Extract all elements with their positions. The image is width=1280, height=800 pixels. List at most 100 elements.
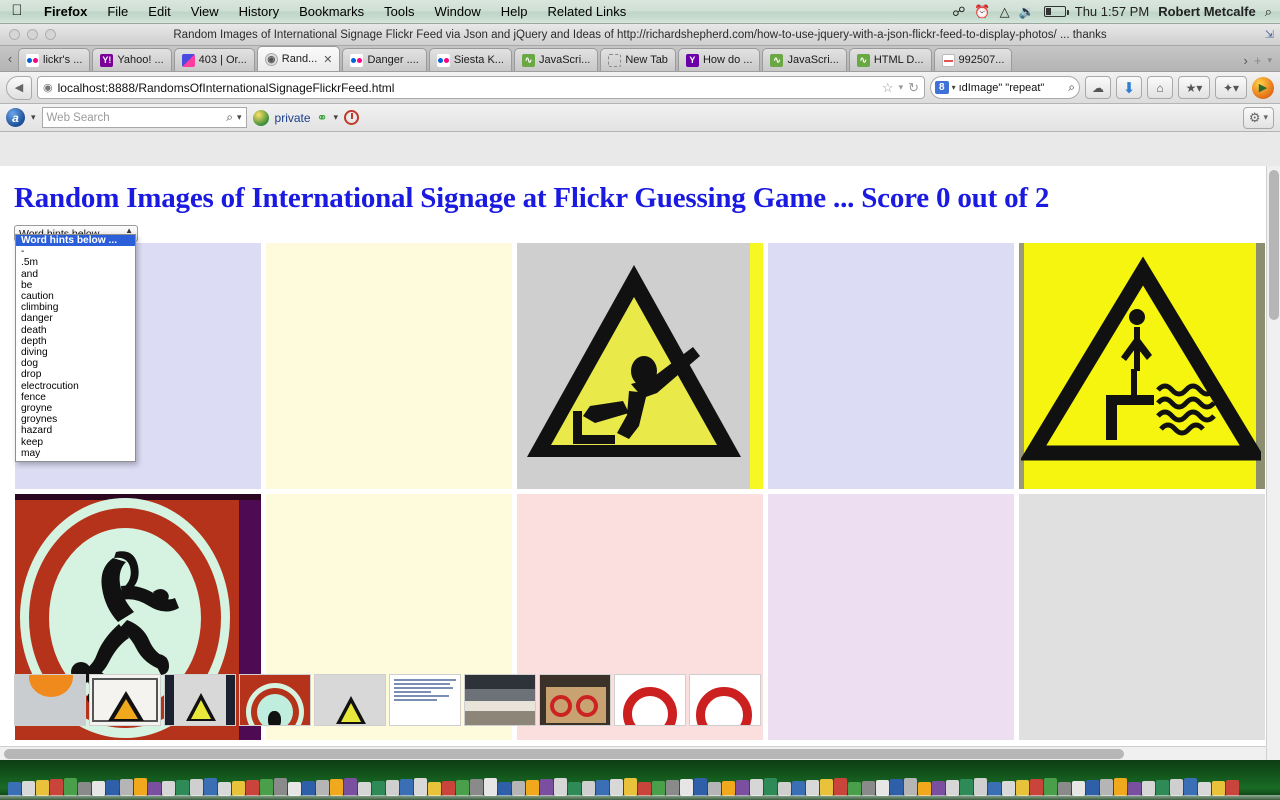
dock-icon[interactable]	[610, 779, 623, 796]
tab-javascript-2[interactable]: ∿ JavaScri...	[762, 48, 847, 71]
tab-992507[interactable]: 992507...	[933, 48, 1013, 71]
chevron-down-icon[interactable]: ▾	[31, 112, 36, 123]
dock-icon[interactable]	[64, 778, 77, 796]
dropdown-option-dash[interactable]: -	[16, 246, 135, 257]
tab-how-do[interactable]: Y How do ...	[677, 48, 761, 71]
home-icon[interactable]: ⌂	[1147, 76, 1173, 99]
zoom-window-button[interactable]	[45, 29, 56, 40]
new-tab-button[interactable]: +	[1254, 53, 1262, 68]
firefox-badge-icon[interactable]: ▶	[1252, 76, 1274, 99]
dock-icon[interactable]	[456, 780, 469, 796]
dock-icon[interactable]	[960, 779, 973, 796]
extension-icon[interactable]: ✦▾	[1215, 76, 1247, 99]
dock-icon[interactable]	[722, 781, 735, 796]
dock-icon[interactable]	[1142, 781, 1155, 796]
tab-danger[interactable]: Danger ....	[342, 48, 427, 71]
dock-icon[interactable]	[708, 782, 721, 796]
menu-item-history[interactable]: History	[229, 0, 289, 24]
search-icon[interactable]: ⌕	[1068, 80, 1075, 95]
dock-icon[interactable]	[750, 779, 763, 796]
dock-icon[interactable]	[694, 778, 707, 796]
thumb-beach-groyne[interactable]	[464, 674, 536, 726]
dock-icon[interactable]	[330, 779, 343, 796]
dock-icon[interactable]	[1184, 778, 1197, 796]
dock-icon[interactable]	[820, 779, 833, 796]
dock-icon[interactable]	[624, 778, 637, 796]
cell-empty-orchid[interactable]	[767, 493, 1015, 741]
bookmarks-icon[interactable]: ★▾	[1178, 76, 1210, 99]
thumb-warning-triangle-yellow[interactable]	[164, 674, 236, 726]
dock-icon[interactable]	[484, 778, 497, 796]
dock-icon[interactable]	[1212, 781, 1225, 796]
url-bar[interactable]: ◉ localhost:8888/RandomsOfInternationalS…	[37, 76, 925, 99]
thumb-orange-sun[interactable]	[14, 674, 86, 726]
dock-icon[interactable]	[526, 780, 539, 796]
horizontal-scrollbar-thumb[interactable]	[4, 749, 1124, 759]
dock-icon[interactable]	[974, 778, 987, 796]
dock-icon[interactable]	[22, 781, 35, 796]
time-machine-icon[interactable]: ⏰	[974, 4, 990, 20]
dock-icon[interactable]	[218, 782, 231, 796]
back-button[interactable]: ◀	[6, 75, 32, 100]
dock-icon[interactable]	[792, 781, 805, 796]
dock-icon[interactable]	[568, 782, 581, 796]
dropdown-option-depth[interactable]: depth	[16, 336, 135, 347]
dock-icon[interactable]	[274, 778, 287, 796]
dock-icon[interactable]	[1156, 780, 1169, 796]
dock-icon[interactable]	[260, 779, 273, 796]
dock-icon[interactable]	[1072, 781, 1085, 796]
dropdown-option-climbing[interactable]: climbing	[16, 302, 135, 313]
dock-icon[interactable]	[302, 781, 315, 796]
dock-icon[interactable]	[8, 782, 21, 796]
cell-empty-ivory[interactable]	[265, 242, 513, 490]
dropdown-option-keep[interactable]: keep	[16, 437, 135, 448]
dock-icon[interactable]	[134, 778, 147, 796]
web-search-input[interactable]: Web Search ⌕ ▾	[41, 107, 247, 128]
dock-icon[interactable]	[1044, 778, 1057, 796]
bluetooth-icon[interactable]: ☍	[952, 4, 965, 20]
thumb-warning-triangle-small[interactable]	[314, 674, 386, 726]
chevron-down-icon[interactable]: ▾	[899, 82, 904, 93]
dock-icon[interactable]	[316, 780, 329, 796]
dropdown-option-dog[interactable]: dog	[16, 358, 135, 369]
menubar-username[interactable]: Robert Metcalfe	[1158, 4, 1256, 19]
dock-icon[interactable]	[344, 778, 357, 796]
alexa-icon[interactable]: a	[6, 108, 25, 127]
cell-empty-gray[interactable]	[1018, 493, 1266, 741]
menu-item-file[interactable]: File	[97, 0, 138, 24]
dock-icon[interactable]	[470, 779, 483, 796]
dock-icon[interactable]	[232, 781, 245, 796]
close-window-button[interactable]	[9, 29, 20, 40]
dock-icon[interactable]	[1128, 782, 1141, 796]
dock-icon[interactable]	[246, 780, 259, 796]
dock-icon[interactable]	[120, 779, 133, 796]
dock-icon[interactable]	[652, 781, 665, 796]
dropdown-option-hazard[interactable]: hazard	[16, 425, 135, 436]
bookmark-star-icon[interactable]: ☆	[882, 80, 894, 96]
chevron-down-icon[interactable]: ▾	[237, 112, 242, 123]
dock-icon[interactable]	[162, 781, 175, 796]
sync-icon[interactable]: ☁	[1085, 76, 1111, 99]
chevron-down-icon[interactable]: ▾	[333, 112, 338, 123]
history-clock-icon[interactable]	[344, 110, 359, 125]
spotlight-search-icon[interactable]: ⌕	[1265, 4, 1272, 20]
tab-403-org[interactable]: 403 | Or...	[173, 48, 255, 71]
globe-icon[interactable]	[252, 109, 269, 126]
dropdown-option-drop[interactable]: drop	[16, 369, 135, 380]
menu-item-edit[interactable]: Edit	[138, 0, 180, 24]
dock-icon[interactable]	[428, 782, 441, 796]
thumb-two-prohibition-signs[interactable]	[539, 674, 611, 726]
dock-icon[interactable]	[1086, 780, 1099, 796]
dropdown-option-be[interactable]: be	[16, 280, 135, 291]
tab-randoms-active[interactable]: ◉ Rand... ✕	[256, 46, 341, 71]
dock-icon[interactable]	[78, 782, 91, 796]
dock-icon[interactable]	[596, 780, 609, 796]
volume-icon[interactable]: 🔉	[1019, 4, 1035, 20]
chevron-down-icon[interactable]: ▾	[952, 83, 956, 92]
toolbar-settings-button[interactable]: ⚙ ▾	[1242, 106, 1274, 129]
link-chain-icon[interactable]: ⚭	[317, 110, 328, 126]
dock-icon[interactable]	[862, 781, 875, 796]
dock-icon[interactable]	[92, 781, 105, 796]
dock-icon[interactable]	[358, 782, 371, 796]
search-input[interactable]: ıdImage" "repeat"	[959, 82, 1066, 94]
